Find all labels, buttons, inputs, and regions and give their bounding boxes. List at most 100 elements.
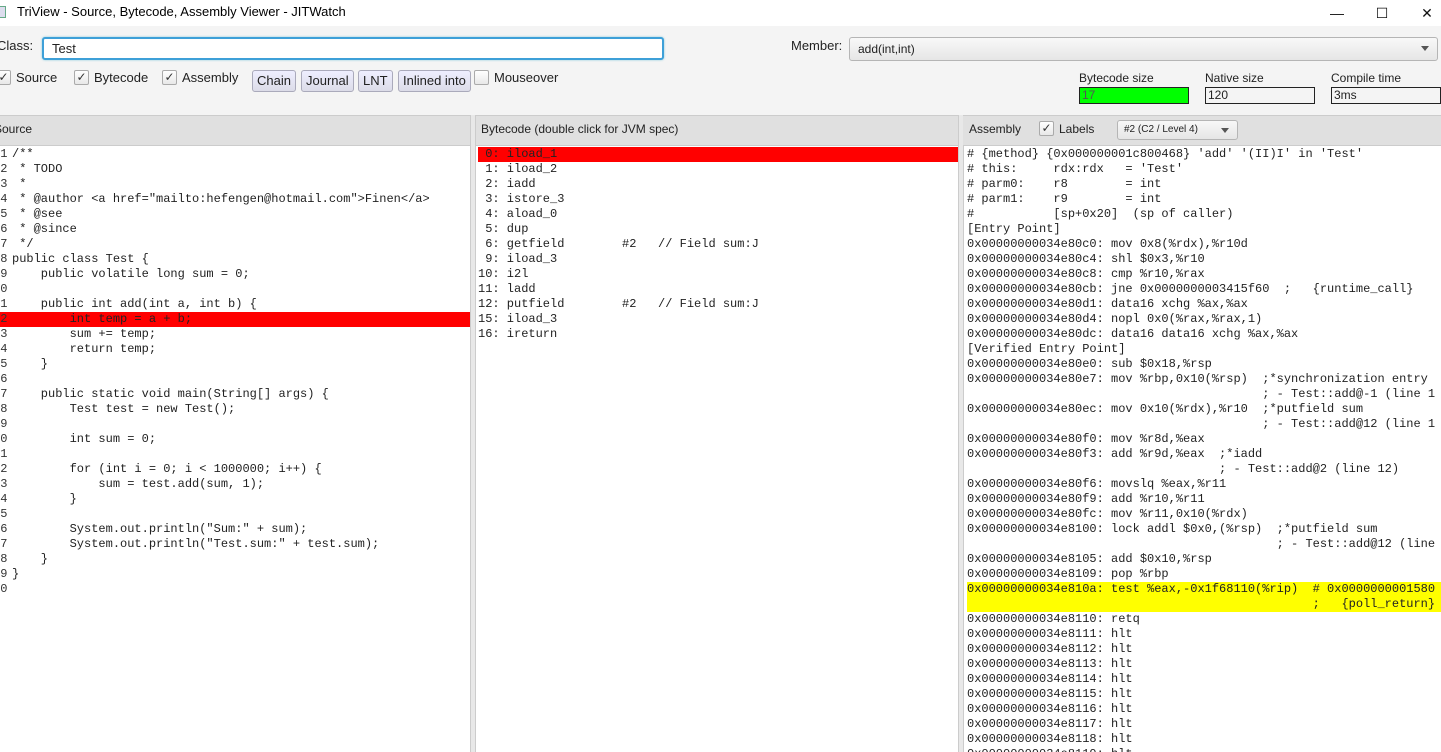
assembly-line[interactable]: 0x00000000034e8113: hlt <box>967 657 1441 672</box>
assembly-line[interactable]: 0x00000000034e810a: test %eax,-0x1f68110… <box>967 582 1441 597</box>
bytecode-line[interactable]: 12: putfield #2 // Field sum:J <box>478 297 960 312</box>
assembly-line[interactable]: 0x00000000034e80f6: movslq %eax,%r11 <box>967 477 1441 492</box>
assembly-line[interactable]: ; {poll_return} <box>967 597 1441 612</box>
assembly-line[interactable]: 0x00000000034e8114: hlt <box>967 672 1441 687</box>
source-line[interactable]: 21 <box>0 447 470 462</box>
source-line[interactable]: 11 public int add(int a, int b) { <box>0 297 470 312</box>
assembly-line[interactable]: 0x00000000034e80c4: shl $0x3,%r10 <box>967 252 1441 267</box>
assembly-line[interactable]: 0x00000000034e80dc: data16 data16 xchg %… <box>967 327 1441 342</box>
assembly-line[interactable]: 0x00000000034e8119: hlt <box>967 747 1441 752</box>
assembly-line[interactable]: ; - Test::add@-1 (line 1 <box>967 387 1441 402</box>
source-line[interactable]: 5 * @see <box>0 207 470 222</box>
inlined-into-button[interactable]: Inlined into <box>398 70 471 92</box>
bytecode-line[interactable]: 16: ireturn <box>478 327 960 342</box>
source-line[interactable]: 2 * TODO <box>0 162 470 177</box>
bytecode-line[interactable]: 0: iload_1 <box>478 147 960 162</box>
bytecode-line[interactable]: 15: iload_3 <box>478 312 960 327</box>
assembly-line[interactable]: [Entry Point] <box>967 222 1441 237</box>
mouseover-checkbox[interactable]: Mouseover <box>474 70 558 85</box>
bytecode-line[interactable]: 3: istore_3 <box>478 192 960 207</box>
bytecode-line[interactable]: 10: i2l <box>478 267 960 282</box>
assembly-line[interactable]: 0x00000000034e80e7: mov %rbp,0x10(%rsp) … <box>967 372 1441 387</box>
assembly-line[interactable]: 0x00000000034e8100: lock addl $0x0,(%rsp… <box>967 522 1441 537</box>
bytecode-line[interactable]: 11: ladd <box>478 282 960 297</box>
assembly-line[interactable]: ; - Test::add@12 (line 1 <box>967 417 1441 432</box>
lnt-button[interactable]: LNT <box>358 70 393 92</box>
assembly-line[interactable]: 0x00000000034e8117: hlt <box>967 717 1441 732</box>
member-select[interactable]: add(int,int) <box>849 37 1438 61</box>
source-line[interactable]: 16 <box>0 372 470 387</box>
assembly-line[interactable]: # [sp+0x20] (sp of caller) <box>967 207 1441 222</box>
chain-button[interactable]: Chain <box>252 70 296 92</box>
assembly-line[interactable]: 0x00000000034e8110: retq <box>967 612 1441 627</box>
source-line[interactable]: 20 int sum = 0; <box>0 432 470 447</box>
bytecode-line[interactable]: 9: iload_3 <box>478 252 960 267</box>
bytecode-line[interactable]: 5: dup <box>478 222 960 237</box>
source-line[interactable]: 19 <box>0 417 470 432</box>
assembly-panel[interactable]: # {method} {0x000000001c800468} 'add' '(… <box>963 145 1441 752</box>
source-line[interactable]: 14 return temp; <box>0 342 470 357</box>
source-line[interactable]: 25 <box>0 507 470 522</box>
assembly-line[interactable]: 0x00000000034e8111: hlt <box>967 627 1441 642</box>
assembly-line[interactable]: 0x00000000034e80f0: mov %r8d,%eax <box>967 432 1441 447</box>
assembly-line[interactable]: 0x00000000034e80c0: mov 0x8(%rdx),%r10d <box>967 237 1441 252</box>
assembly-line[interactable]: [Verified Entry Point] <box>967 342 1441 357</box>
bytecode-checkbox[interactable]: ✓ Bytecode <box>74 70 148 85</box>
assembly-line[interactable]: 0x00000000034e8109: pop %rbp <box>967 567 1441 582</box>
bytecode-line[interactable]: 4: aload_0 <box>478 207 960 222</box>
assembly-line[interactable]: 0x00000000034e80f9: add %r10,%r11 <box>967 492 1441 507</box>
assembly-line[interactable]: # parm1: r9 = int <box>967 192 1441 207</box>
source-line[interactable]: 7 */ <box>0 237 470 252</box>
close-button[interactable]: ✕ <box>1404 0 1441 26</box>
assembly-line[interactable]: 0x00000000034e8116: hlt <box>967 702 1441 717</box>
assembly-line[interactable]: 0x00000000034e80fc: mov %r11,0x10(%rdx) <box>967 507 1441 522</box>
source-line[interactable]: 1 /** <box>0 147 470 162</box>
source-line[interactable]: 8 public class Test { <box>0 252 470 267</box>
source-line[interactable]: 10 <box>0 282 470 297</box>
source-line[interactable]: 24 } <box>0 492 470 507</box>
source-line[interactable]: 30 <box>0 582 470 597</box>
source-line[interactable]: 28 } <box>0 552 470 567</box>
assembly-line[interactable]: 0x00000000034e8105: add $0x10,%rsp <box>967 552 1441 567</box>
assembly-line[interactable]: 0x00000000034e80cb: jne 0x0000000003415f… <box>967 282 1441 297</box>
assembly-line[interactable]: # this: rdx:rdx = 'Test' <box>967 162 1441 177</box>
assembly-line[interactable]: 0x00000000034e80f3: add %r9d,%eax ;*iadd <box>967 447 1441 462</box>
labels-checkbox[interactable]: ✓ Labels <box>1039 121 1094 136</box>
bytecode-line[interactable]: 1: iload_2 <box>478 162 960 177</box>
source-line[interactable]: 23 sum = test.add(sum, 1); <box>0 477 470 492</box>
assembly-line[interactable]: ; - Test::add@12 (line <box>967 537 1441 552</box>
maximize-button[interactable]: ☐ <box>1359 0 1405 26</box>
assembly-line[interactable]: ; - Test::add@2 (line 12) <box>967 462 1441 477</box>
source-checkbox[interactable]: ✓ Source <box>0 70 57 85</box>
bytecode-panel[interactable]: 0: iload_1 1: iload_2 2: iadd 3: istore_… <box>476 145 960 752</box>
bytecode-line[interactable]: 6: getfield #2 // Field sum:J <box>478 237 960 252</box>
source-line[interactable]: 12 int temp = a + b; <box>0 312 470 327</box>
assembly-line[interactable]: # {method} {0x000000001c800468} 'add' '(… <box>967 147 1441 162</box>
source-line[interactable]: 26 System.out.println("Sum:" + sum); <box>0 522 470 537</box>
source-line[interactable]: 18 Test test = new Test(); <box>0 402 470 417</box>
source-line[interactable]: 17 public static void main(String[] args… <box>0 387 470 402</box>
source-line[interactable]: 13 sum += temp; <box>0 327 470 342</box>
assembly-line[interactable]: 0x00000000034e8118: hlt <box>967 732 1441 747</box>
source-line[interactable]: 9 public volatile long sum = 0; <box>0 267 470 282</box>
assembly-line[interactable]: 0x00000000034e80d1: data16 xchg %ax,%ax <box>967 297 1441 312</box>
assembly-line[interactable]: 0x00000000034e80ec: mov 0x10(%rdx),%r10 … <box>967 402 1441 417</box>
assembly-line[interactable]: 0x00000000034e8112: hlt <box>967 642 1441 657</box>
source-line[interactable]: 4 * @author <a href="mailto:hefengen@hot… <box>0 192 470 207</box>
source-line[interactable]: 15 } <box>0 357 470 372</box>
source-line[interactable]: 27 System.out.println("Test.sum:" + test… <box>0 537 470 552</box>
journal-button[interactable]: Journal <box>301 70 354 92</box>
source-line[interactable]: 6 * @since <box>0 222 470 237</box>
assembly-line[interactable]: 0x00000000034e80d4: nopl 0x0(%rax,%rax,1… <box>967 312 1441 327</box>
compilation-select[interactable]: #2 (C2 / Level 4) <box>1117 120 1238 140</box>
assembly-line[interactable]: 0x00000000034e80e0: sub $0x18,%rsp <box>967 357 1441 372</box>
assembly-line[interactable]: 0x00000000034e8115: hlt <box>967 687 1441 702</box>
source-line[interactable]: 3 * <box>0 177 470 192</box>
assembly-checkbox[interactable]: ✓ Assembly <box>162 70 238 85</box>
assembly-line[interactable]: # parm0: r8 = int <box>967 177 1441 192</box>
source-line[interactable]: 22 for (int i = 0; i < 1000000; i++) { <box>0 462 470 477</box>
source-panel[interactable]: 1 /** 2 * TODO 3 * 4 * @author <a href="m… <box>0 145 470 752</box>
class-input[interactable]: Test <box>42 37 664 60</box>
source-line[interactable]: 29} <box>0 567 470 582</box>
minimize-button[interactable]: — <box>1314 0 1360 26</box>
